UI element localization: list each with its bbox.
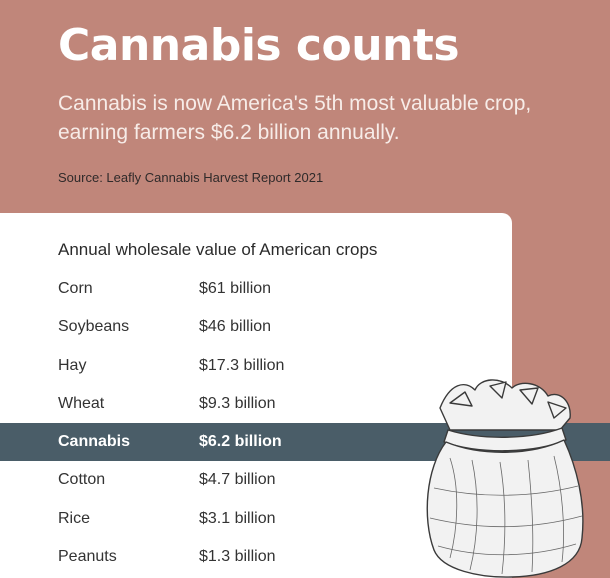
crop-value: $9.3 billion [199,394,276,412]
crop-value: $1.3 billion [199,548,276,566]
crop-name: Rice [58,509,91,527]
table-title: Annual wholesale value of American crops [58,240,378,259]
crop-name: Corn [58,280,93,297]
crop-name: Soybeans [58,318,130,336]
table-row: Soybeans $46 billion [0,308,512,346]
subtitle: Cannabis is now America's 5th most valua… [58,92,532,144]
table-row: Corn $61 billion [0,270,512,308]
crop-name: Cannabis [58,433,131,451]
page-title: Cannabis counts [58,20,460,71]
crop-value: $4.7 billion [199,471,276,489]
crop-value: $46 billion [199,318,272,336]
crop-value: $17.3 billion [199,356,285,374]
crop-value: $61 billion [199,280,272,297]
crop-value: $3.1 billion [199,509,276,527]
crop-name: Wheat [58,394,105,412]
crop-value: $6.2 billion [199,433,282,451]
crop-name: Cotton [58,471,106,489]
crop-name: Peanuts [58,548,117,566]
source-note: Source: Leafly Cannabis Harvest Report 2… [58,170,324,185]
crop-name: Hay [58,356,87,374]
sack-icon [426,379,584,578]
